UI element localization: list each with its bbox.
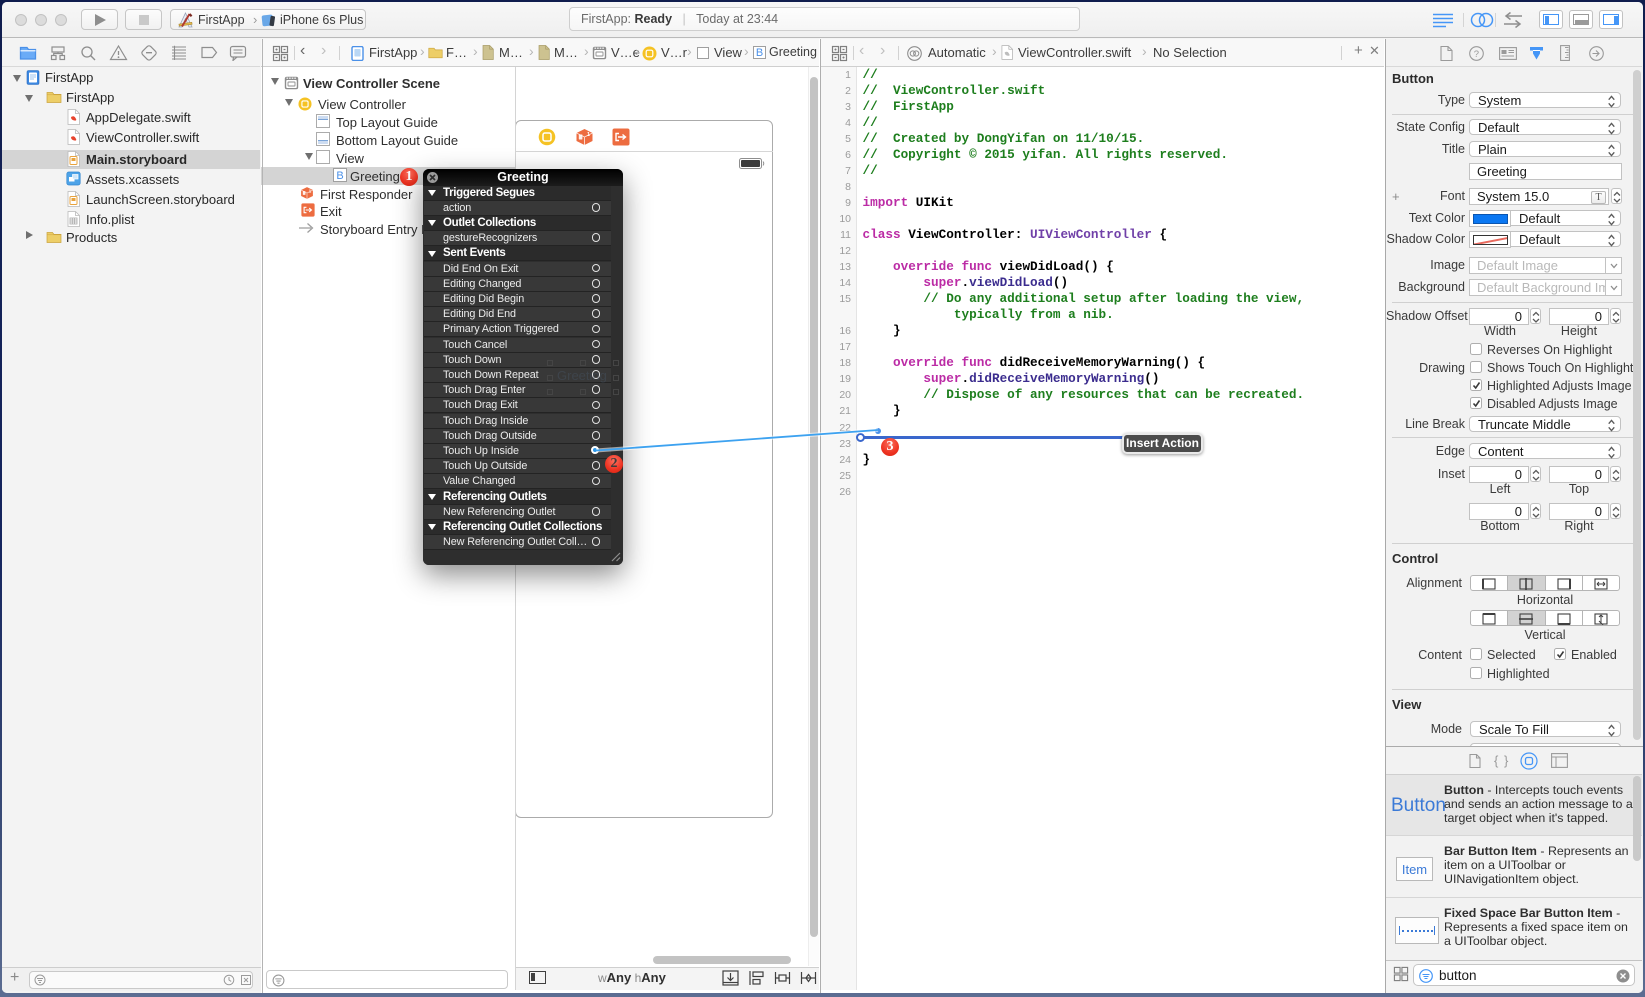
svg-text:1: 1 (587, 132, 590, 138)
